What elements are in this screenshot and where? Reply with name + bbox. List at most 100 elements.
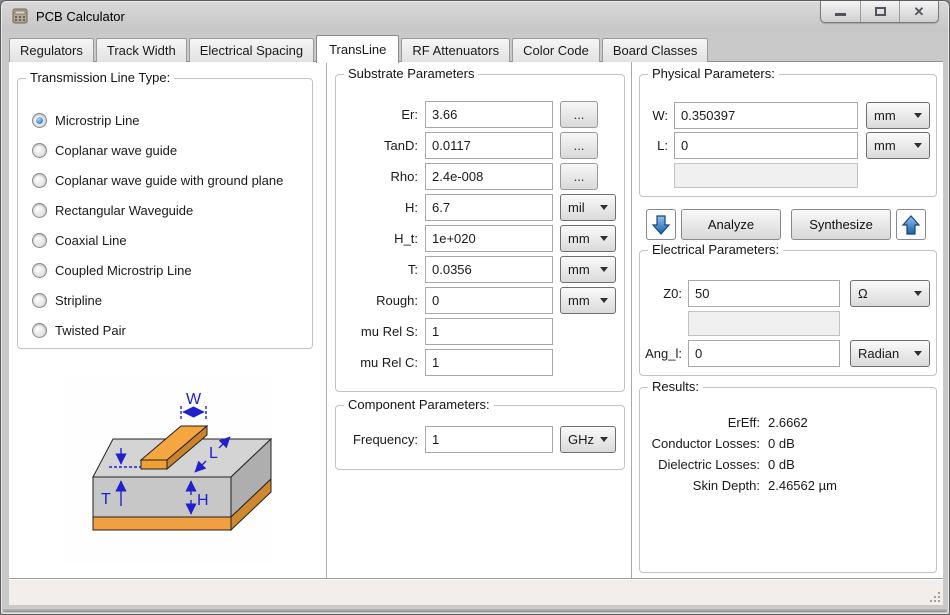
w-unit-select[interactable]: mm	[866, 102, 930, 129]
chevron-down-icon	[914, 113, 922, 118]
t-label: T:	[342, 262, 418, 277]
chevron-down-icon	[914, 351, 922, 356]
minimize-icon	[835, 13, 846, 16]
tab-transline[interactable]: TransLine	[316, 35, 399, 63]
rough-unit-select[interactable]: mm	[560, 287, 616, 314]
tab-electrical-spacing[interactable]: Electrical Spacing	[189, 38, 314, 62]
radio-rectangular-waveguide[interactable]: Rectangular Waveguide	[32, 195, 306, 225]
result-skin-depth: Skin Depth: 2.46562 µm	[648, 475, 928, 496]
radio-coplanar-wave-guide[interactable]: Coplanar wave guide	[32, 135, 306, 165]
group-title: Physical Parameters:	[648, 66, 779, 81]
radio-coupled-microstrip-line[interactable]: Coupled Microstrip Line	[32, 255, 306, 285]
results-rows: ErEff: 2.6662 Conductor Losses: 0 dB Die…	[648, 412, 928, 496]
substrate-row-mu-rel-s: mu Rel S: 1	[342, 318, 618, 345]
electrical-extra-output	[688, 311, 840, 336]
results-group: Results: ErEff: 2.6662 Conductor Losses:…	[639, 387, 937, 573]
tab-rf-attenuators[interactable]: RF Attenuators	[401, 38, 510, 62]
radio-icon	[32, 293, 47, 308]
frequency-input[interactable]: 1	[425, 426, 553, 453]
substrate-parameters-group: Substrate Parameters Er: 3.66 ... TanD: …	[335, 74, 625, 392]
radio-icon	[32, 203, 47, 218]
radio-stripline[interactable]: Stripline	[32, 285, 306, 315]
w-label: W:	[646, 108, 668, 123]
rough-input[interactable]: 0	[425, 287, 553, 314]
radio-icon	[32, 323, 47, 338]
ht-label: H_t:	[342, 231, 418, 246]
frequency-row: Frequency: 1 GHz	[342, 426, 618, 453]
tab-bar: Regulators Track Width Electrical Spacin…	[9, 34, 710, 62]
rho-more-button[interactable]: ...	[560, 163, 598, 190]
mu-rel-s-input[interactable]: 1	[425, 318, 553, 345]
electrical-parameters-group: Electrical Parameters: Z0: 50 Ω Ang_l: 0…	[639, 250, 937, 376]
angl-unit-select[interactable]: Radian	[850, 340, 930, 367]
radio-coplanar-ground-plane[interactable]: Coplanar wave guide with ground plane	[32, 165, 306, 195]
analyze-button[interactable]: Analyze	[681, 209, 781, 240]
chevron-down-icon	[914, 291, 922, 296]
transmission-line-type-group: Transmission Line Type: Microstrip Line …	[17, 78, 313, 349]
close-button[interactable]: ✕	[899, 1, 938, 22]
z0-unit-select[interactable]: Ω	[850, 280, 930, 307]
group-title: Substrate Parameters	[344, 66, 478, 81]
resize-grip[interactable]	[928, 590, 940, 602]
angl-input[interactable]: 0	[688, 340, 840, 367]
synthesize-button[interactable]: Synthesize	[791, 209, 891, 240]
physical-parameters-group: Physical Parameters: W: 0.350397 mm L: 0…	[639, 74, 937, 197]
l-label: L:	[646, 138, 668, 153]
transmission-line-options: Microstrip Line Coplanar wave guide Copl…	[32, 105, 306, 345]
dielectric-losses-label: Dielectric Losses:	[648, 457, 760, 472]
chevron-down-icon	[600, 236, 608, 241]
chevron-down-icon	[914, 143, 922, 148]
ereff-label: ErEff:	[648, 415, 760, 430]
ht-input[interactable]: 1e+020	[425, 225, 553, 252]
l-input[interactable]: 0	[674, 132, 858, 159]
chevron-down-icon	[600, 267, 608, 272]
maximize-button[interactable]	[860, 1, 899, 22]
titlebar: PCB Calculator ✕	[1, 1, 949, 31]
radio-icon	[32, 173, 47, 188]
ht-unit-select[interactable]: mm	[560, 225, 616, 252]
tand-input[interactable]: 0.0117	[425, 132, 553, 159]
substrate-row-mu-rel-c: mu Rel C: 1	[342, 349, 618, 376]
l-unit-select[interactable]: mm	[866, 132, 930, 159]
tab-color-code[interactable]: Color Code	[512, 38, 600, 62]
group-title: Electrical Parameters:	[648, 242, 783, 257]
minimize-button[interactable]	[821, 1, 860, 22]
tab-board-classes[interactable]: Board Classes	[602, 38, 709, 62]
w-input[interactable]: 0.350397	[674, 102, 858, 129]
diagram-label-h: H	[197, 492, 209, 509]
chevron-down-icon	[600, 298, 608, 303]
h-input[interactable]: 6.7	[425, 194, 553, 221]
substrate-row-ht: H_t: 1e+020 mm	[342, 225, 618, 252]
diagram-label-l: L	[209, 445, 218, 462]
copy-down-button[interactable]	[646, 209, 676, 240]
status-bar	[9, 579, 943, 605]
window-title: PCB Calculator	[36, 9, 125, 24]
chevron-down-icon	[600, 205, 608, 210]
tand-more-button[interactable]: ...	[560, 132, 598, 159]
er-input[interactable]: 3.66	[425, 101, 553, 128]
radio-icon	[32, 143, 47, 158]
er-more-button[interactable]: ...	[560, 101, 598, 128]
mu-rel-c-input[interactable]: 1	[425, 349, 553, 376]
rough-label: Rough:	[342, 293, 418, 308]
h-unit-select[interactable]: mil	[560, 194, 616, 221]
t-unit-select[interactable]: mm	[560, 256, 616, 283]
t-input[interactable]: 0.0356	[425, 256, 553, 283]
window-controls: ✕	[820, 1, 939, 23]
frequency-label: Frequency:	[342, 432, 418, 447]
result-dielectric-losses: Dielectric Losses: 0 dB	[648, 454, 928, 475]
tab-track-width[interactable]: Track Width	[96, 38, 187, 62]
group-title: Results:	[648, 379, 703, 394]
frequency-unit-select[interactable]: GHz	[560, 426, 616, 453]
copy-up-button[interactable]	[896, 209, 926, 240]
z0-input[interactable]: 50	[688, 280, 840, 307]
rho-input[interactable]: 2.4e-008	[425, 163, 553, 190]
tab-regulators[interactable]: Regulators	[9, 38, 94, 62]
substrate-row-h: H: 6.7 mil	[342, 194, 618, 221]
radio-microstrip-line[interactable]: Microstrip Line	[32, 105, 306, 135]
h-label: H:	[342, 200, 418, 215]
transline-panel: Transmission Line Type: Microstrip Line …	[9, 61, 943, 579]
radio-coaxial-line[interactable]: Coaxial Line	[32, 225, 306, 255]
radio-twisted-pair[interactable]: Twisted Pair	[32, 315, 306, 345]
angl-label: Ang_l:	[640, 346, 682, 361]
